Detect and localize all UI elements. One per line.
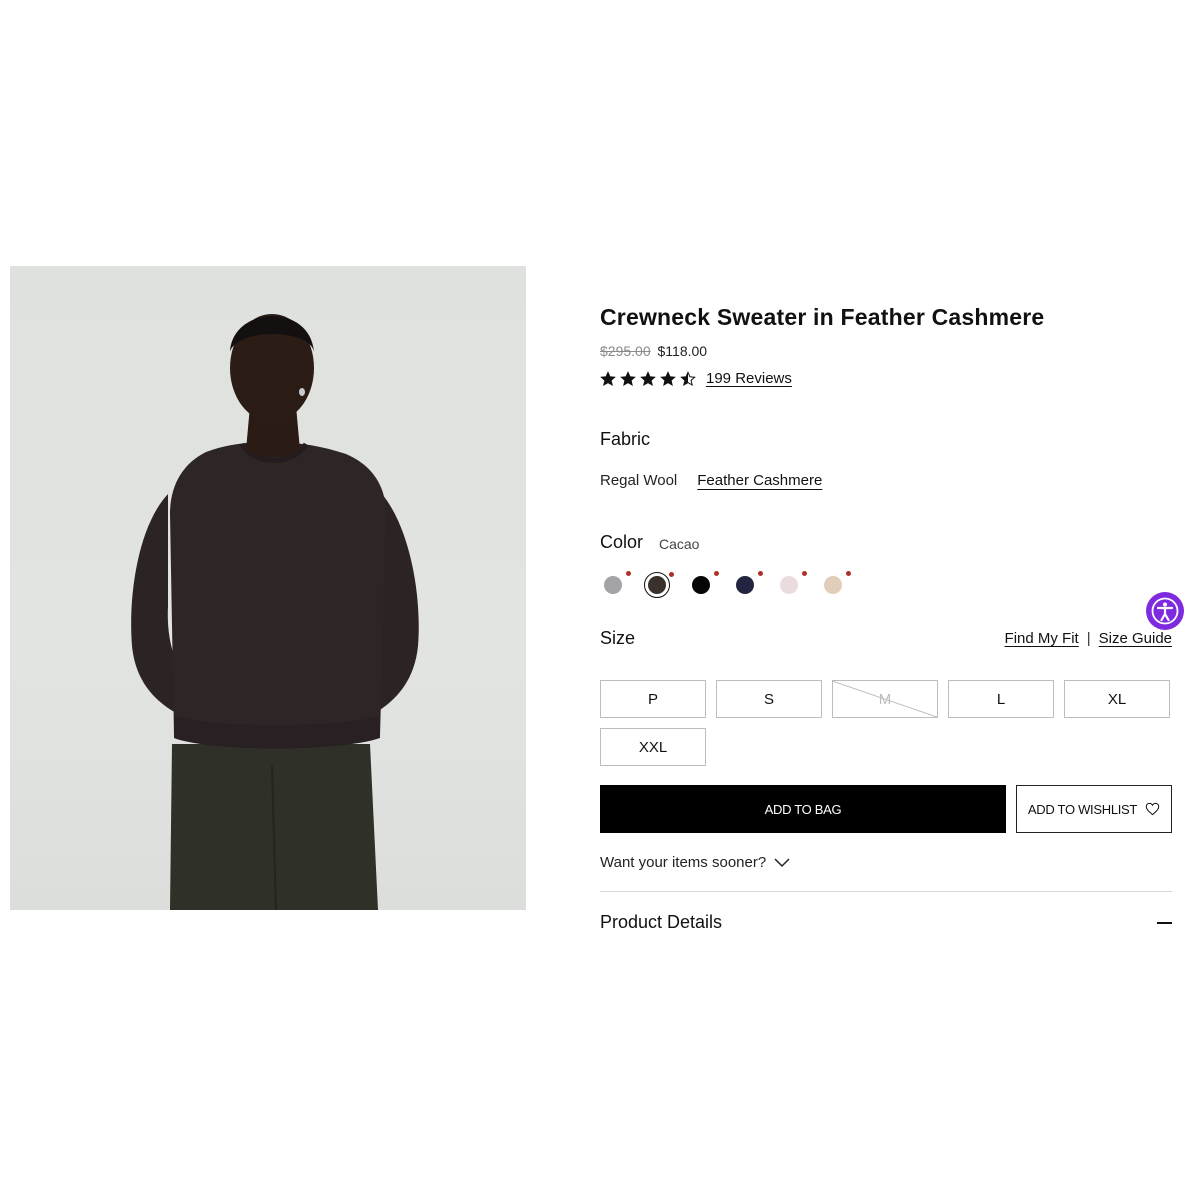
size-option[interactable]: P [600, 680, 706, 718]
product-details-title: Product Details [600, 912, 723, 932]
size-option-label: L [996, 690, 1006, 708]
divider [600, 891, 1172, 892]
chevron-down-icon [774, 857, 790, 867]
size-links: Find My Fit | Size Guide [1005, 630, 1172, 647]
price: $295.00 $118.00 [600, 343, 707, 359]
color-swatch[interactable] [776, 571, 807, 598]
size-option-label: XXL [638, 738, 668, 756]
size-links-separator: | [1086, 630, 1091, 647]
color-swatch[interactable] [600, 571, 631, 598]
reviews-link[interactable]: 199 Reviews [706, 370, 792, 387]
size-option[interactable]: M [832, 680, 938, 718]
swatch-indicator-dot [714, 571, 719, 576]
star-icon [600, 370, 616, 386]
fabric-label: Fabric [600, 429, 651, 449]
swatch-color [736, 576, 754, 594]
size-option[interactable]: L [948, 680, 1054, 718]
swatch-indicator-dot [758, 571, 763, 576]
swatch-color [692, 576, 710, 594]
add-to-bag-button[interactable]: ADD TO BAG [600, 785, 1006, 833]
rating: 199 Reviews [600, 370, 792, 387]
heart-icon [1145, 802, 1160, 816]
size-guide-link[interactable]: Size Guide [1099, 630, 1172, 647]
color-swatch[interactable] [732, 571, 763, 598]
color-swatch[interactable] [820, 571, 851, 598]
find-my-fit-link[interactable]: Find My Fit [1005, 630, 1079, 647]
sale-price: $118.00 [657, 343, 708, 359]
star-icon [660, 370, 676, 386]
swatch-color [648, 576, 666, 594]
minus-icon [1157, 921, 1172, 924]
color-label: Color [600, 532, 644, 552]
size-option[interactable]: XL [1064, 680, 1170, 718]
accessibility-button[interactable] [1146, 592, 1184, 630]
swatch-indicator-dot [846, 571, 851, 576]
add-to-bag-label: ADD TO BAG [764, 801, 842, 817]
add-to-wishlist-label: ADD TO WISHLIST [1027, 801, 1138, 817]
fabric-options: Regal Wool Feather Cashmere [600, 472, 822, 489]
size-label: Size [600, 628, 636, 648]
star-rating [600, 370, 696, 387]
model-illustration [131, 314, 419, 910]
color-swatch[interactable] [688, 571, 719, 598]
color-swatch[interactable] [644, 572, 674, 598]
size-option-label: S [763, 690, 774, 708]
star-icon [640, 370, 656, 386]
swatch-color [604, 576, 622, 594]
accessibility-icon [1151, 597, 1179, 625]
swatch-indicator-dot [669, 572, 674, 577]
swatch-indicator-dot [626, 571, 631, 576]
star-icon [620, 370, 636, 386]
size-option-label: P [647, 690, 658, 708]
fabric-option[interactable]: Feather Cashmere [697, 472, 822, 489]
swatch-indicator-dot [802, 571, 807, 576]
add-to-wishlist-button[interactable]: ADD TO WISHLIST [1016, 785, 1172, 833]
swatch-color [780, 576, 798, 594]
size-option-label: M [878, 690, 892, 708]
star-icon [680, 370, 696, 386]
color-swatches [600, 571, 851, 598]
delivery-toggle[interactable]: Want your items sooner? [600, 854, 790, 871]
product-image [10, 266, 526, 910]
product-title: Crewneck Sweater in Feather Cashmere [600, 304, 1045, 330]
size-option[interactable]: S [716, 680, 822, 718]
fabric-option[interactable]: Regal Wool [600, 472, 677, 489]
delivery-prompt: Want your items sooner? [600, 854, 767, 871]
size-option[interactable]: XXL [600, 728, 706, 766]
product-details-accordion[interactable]: Product Details [600, 912, 1172, 933]
selected-color-name: Cacao [659, 536, 700, 552]
original-price: $295.00 [600, 343, 651, 359]
size-options: P S M L XL XXL [600, 680, 1172, 766]
swatch-color [824, 576, 842, 594]
size-option-label: XL [1107, 690, 1127, 708]
